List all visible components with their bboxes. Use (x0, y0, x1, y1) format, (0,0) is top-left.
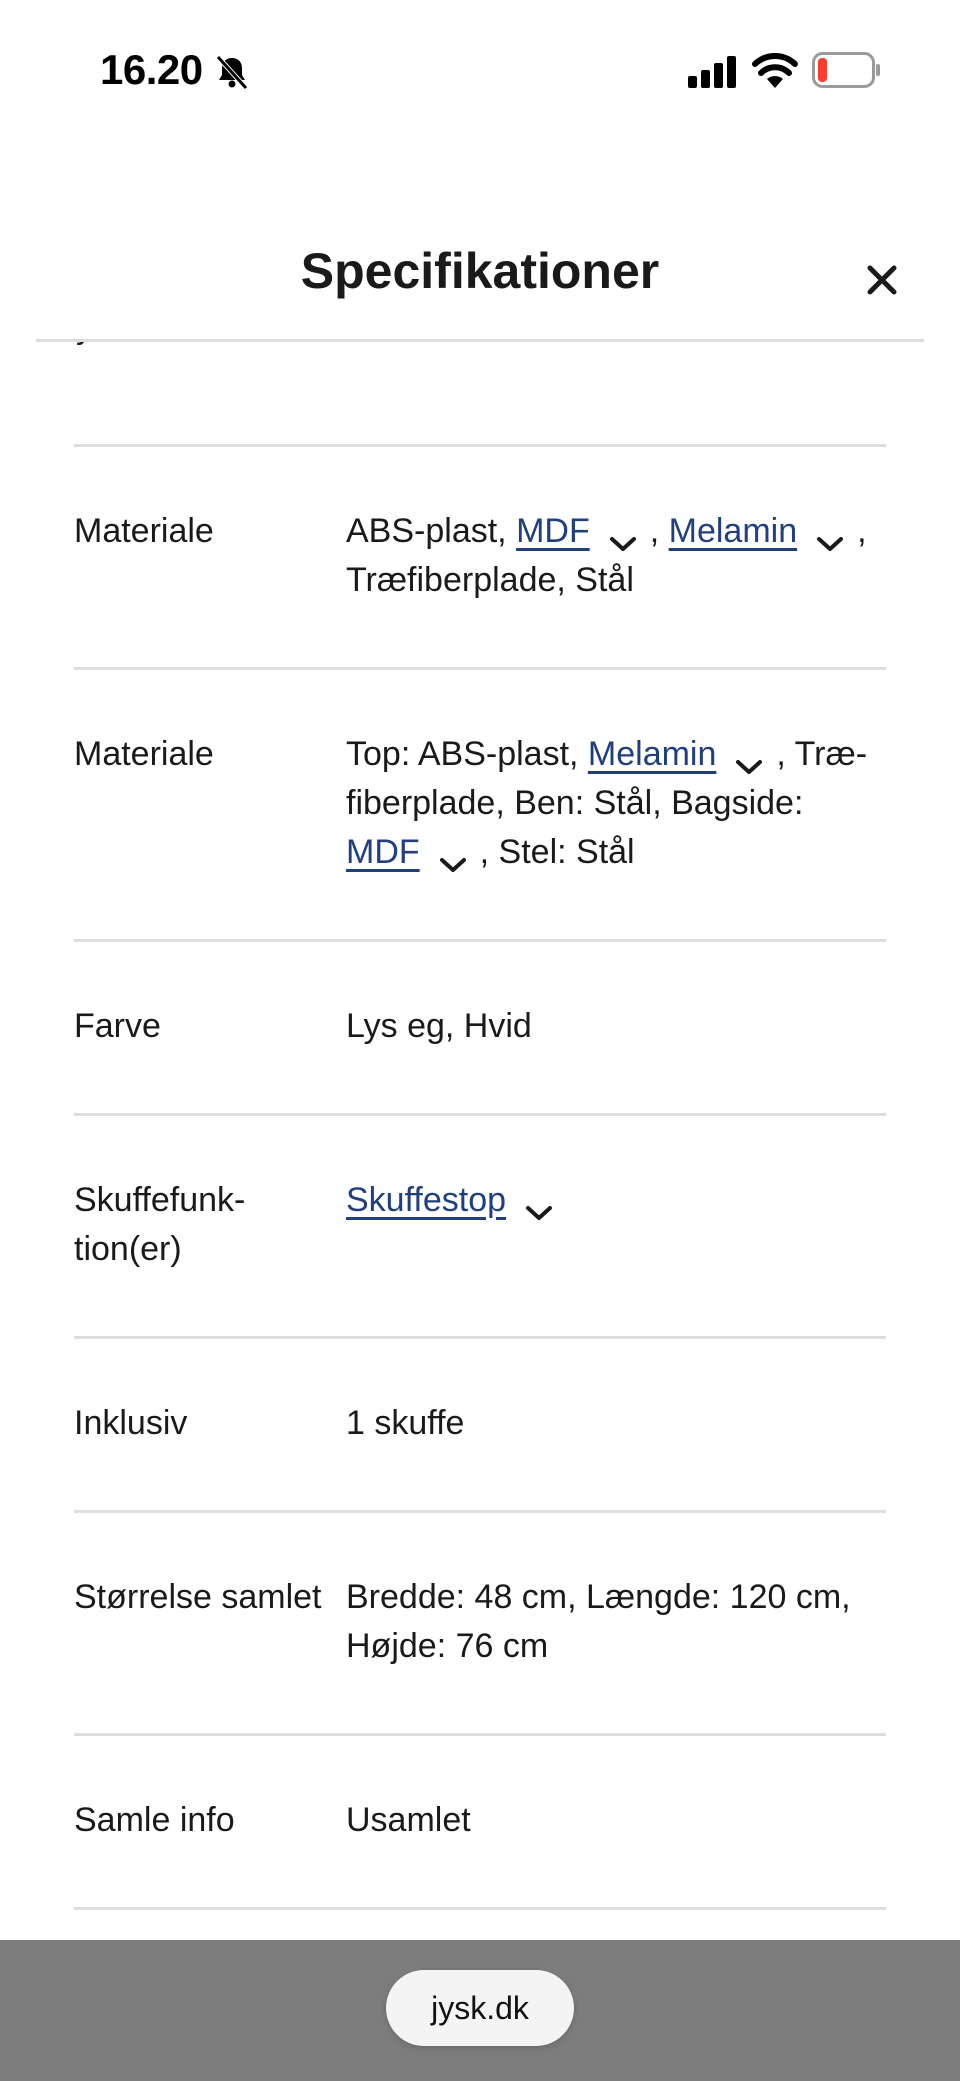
status-bar: 16.20 (0, 0, 960, 140)
spec-row: Skuffefunk- tion(er) Skuffestop (74, 1113, 886, 1336)
chevron-down-icon[interactable] (438, 840, 468, 873)
url-pill[interactable]: jysk.dk (386, 1970, 574, 2046)
battery-low-icon (812, 52, 880, 88)
spec-value: ABS-plast, MDF, Melamin, Træfiberplade, S… (346, 507, 886, 605)
spec-text: Lys eg, Hvid (346, 1007, 532, 1045)
spec-text: Usamlet (346, 1801, 471, 1839)
bell-muted-icon (216, 55, 248, 90)
spec-value: 1 skuffe (346, 1399, 886, 1448)
spec-label: Størrelse samlet (74, 1578, 322, 1616)
spec-text: Top: ABS-plast, (346, 735, 588, 773)
chevron-down-icon[interactable] (734, 742, 764, 775)
spec-row: Inklusiv 1 skuffe (74, 1336, 886, 1510)
browser-bottom-bar: jysk.dk (0, 1940, 960, 2081)
modal-header: Specifikationer (0, 220, 960, 340)
spec-value: Bredde: 48 cm, Længde: 120 cm, Højde: 76 … (346, 1573, 886, 1671)
spec-label: Samle info (74, 1801, 235, 1839)
spec-text: 1 skuffe (346, 1404, 465, 1442)
spec-value: Usamlet (346, 1796, 886, 1845)
close-icon[interactable] (858, 256, 906, 304)
chevron-down-icon[interactable] (608, 519, 638, 552)
spec-label: Materiale (74, 735, 214, 773)
spec-row-cut: y (74, 342, 886, 444)
spec-list: y Materiale ABS-plast, MDF, Melamin, Træfi… (74, 342, 886, 1940)
spec-text: , Træ- (776, 735, 868, 773)
spec-row: Materiale ABS-plast, MDF, Melamin, Træfibe… (74, 444, 886, 667)
spec-row: Farve Lys eg, Hvid (74, 939, 886, 1113)
spec-scroll-area[interactable]: y Materiale ABS-plast, MDF, Melamin, Træfi… (0, 342, 960, 1940)
spec-text: Træfiberplade, Stål (346, 561, 634, 599)
spec-text: fiberplade, Ben: Stål, Bagside: (346, 784, 804, 822)
spec-label: Farve (74, 1007, 161, 1045)
spec-row: Materiale Top: ABS-plast, Melamin , Træ-fi… (74, 667, 886, 939)
spec-link[interactable]: Skuffestop (346, 1181, 506, 1219)
status-time: 16.20 (100, 46, 203, 93)
spec-text: ABS-plast, (346, 512, 517, 550)
spec-text: , (857, 512, 867, 550)
spec-value: Skuffestop (346, 1176, 886, 1274)
spec-label: Skuffefunk- tion(er) (74, 1181, 246, 1268)
spec-row: Samle info Usamlet (74, 1733, 886, 1907)
spec-value: Top: ABS-plast, Melamin , Træ-fiberplade,… (346, 730, 886, 877)
chevron-down-icon[interactable] (815, 519, 845, 552)
spec-text: Bredde: 48 cm, Længde: 120 cm, (346, 1578, 851, 1616)
spec-text: , Stel: Stål (479, 833, 635, 871)
spec-label: Materiale (74, 512, 214, 550)
spec-link[interactable]: MDF (346, 833, 420, 871)
spec-row: Størrelse samlet Bredde: 48 cm, Længde: 1… (74, 1510, 886, 1733)
cut-off-text: y (76, 342, 93, 347)
spec-link[interactable]: Melamin (588, 735, 716, 773)
spec-value: Lys eg, Hvid (346, 1002, 886, 1051)
spec-text: , (649, 512, 669, 550)
chevron-down-icon[interactable] (524, 1188, 554, 1221)
spec-text: Højde: 76 cm (346, 1627, 549, 1665)
spec-row: StørrelseBredde: 56 cm, Længde: 127 (74, 1907, 886, 1940)
spec-label: Inklusiv (74, 1404, 188, 1442)
modal-title: Specifikationer (300, 243, 660, 299)
cellular-signal-icon (688, 56, 736, 88)
spec-link[interactable]: MDF (516, 512, 590, 550)
wifi-icon (752, 53, 798, 88)
spec-link[interactable]: Melamin (669, 512, 797, 550)
